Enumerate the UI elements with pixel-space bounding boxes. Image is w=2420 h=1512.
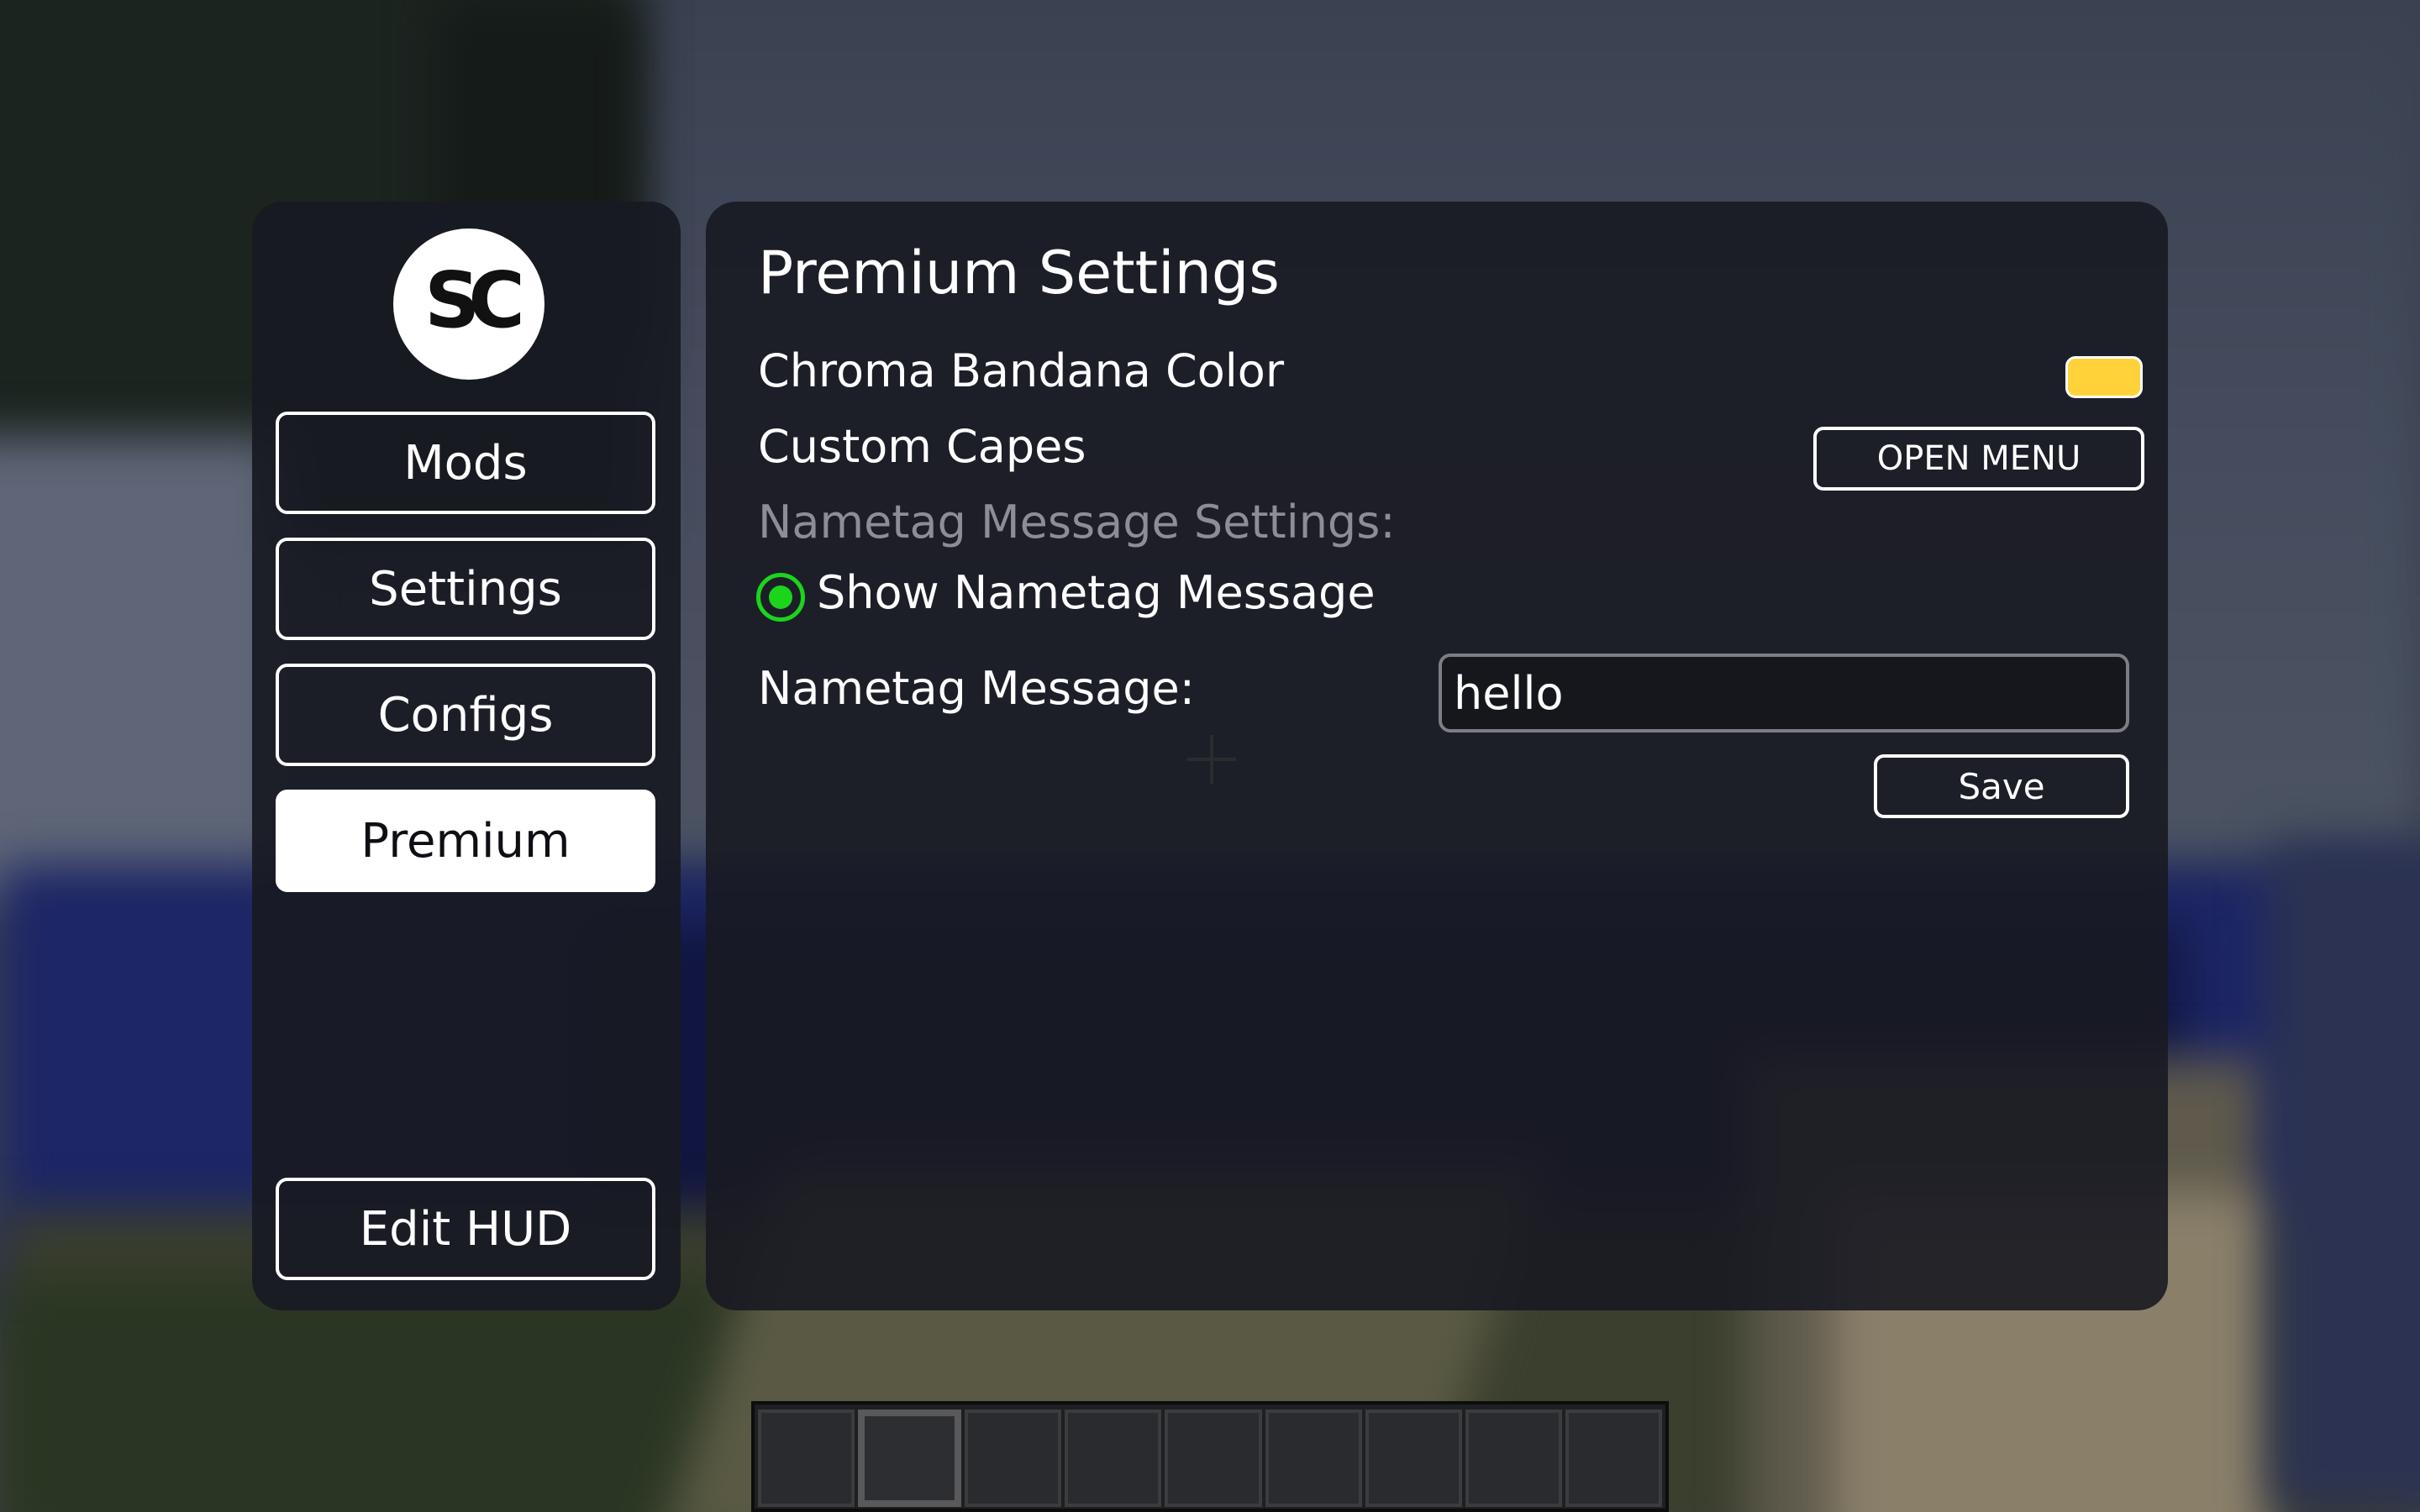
- sc-logo-icon: SC: [393, 228, 544, 380]
- page-title: Premium Settings: [758, 239, 1280, 307]
- sidebar-item-mods[interactable]: Mods: [276, 412, 655, 514]
- hotbar-slot[interactable]: [758, 1410, 855, 1507]
- background-right: [2269, 840, 2420, 1512]
- sidebar-item-settings[interactable]: Settings: [276, 538, 655, 640]
- hotbar-slot[interactable]: [1365, 1410, 1462, 1507]
- save-button[interactable]: Save: [1874, 754, 2129, 818]
- sidebar: SC Mods Settings Configs Premium Edit HU…: [252, 202, 681, 1310]
- background-grass: [0, 1277, 756, 1512]
- nametag-message-label: Nametag Message:: [758, 662, 1195, 715]
- custom-capes-label: Custom Capes: [758, 420, 1086, 473]
- hotbar-slot[interactable]: [1465, 1410, 1562, 1507]
- sidebar-item-configs[interactable]: Configs: [276, 664, 655, 766]
- premium-settings-panel: Premium Settings Chroma Bandana Color Cu…: [706, 202, 2168, 1310]
- show-nametag-label[interactable]: Show Nametag Message: [817, 566, 1376, 619]
- hotbar-slot[interactable]: [1265, 1410, 1362, 1507]
- hotbar-slot[interactable]: [858, 1410, 962, 1507]
- hotbar: [751, 1401, 1669, 1512]
- open-capes-menu-button[interactable]: OPEN MENU: [1813, 427, 2144, 491]
- crosshair-vertical: [1210, 735, 1213, 784]
- chroma-bandana-label: Chroma Bandana Color: [758, 344, 1285, 397]
- hotbar-slot[interactable]: [1065, 1410, 1162, 1507]
- sidebar-item-premium[interactable]: Premium: [276, 790, 655, 892]
- sc-logo-glyph: SC: [424, 255, 523, 345]
- nametag-section-header: Nametag Message Settings:: [758, 496, 1396, 549]
- hotbar-slot[interactable]: [1565, 1410, 1662, 1507]
- crosshair-icon: [1187, 735, 1236, 784]
- show-nametag-radio[interactable]: [756, 573, 805, 622]
- nametag-message-input[interactable]: [1439, 654, 2129, 732]
- logo-text: SC: [424, 255, 520, 345]
- background-cloud: [0, 437, 286, 907]
- game-screen: SC Mods Settings Configs Premium Edit HU…: [0, 0, 2420, 1512]
- chroma-bandana-color-picker[interactable]: [2065, 356, 2143, 398]
- radio-on-icon: [769, 585, 792, 609]
- edit-hud-button[interactable]: Edit HUD: [276, 1178, 655, 1280]
- hotbar-slot[interactable]: [965, 1410, 1062, 1507]
- hotbar-slot[interactable]: [1165, 1410, 1262, 1507]
